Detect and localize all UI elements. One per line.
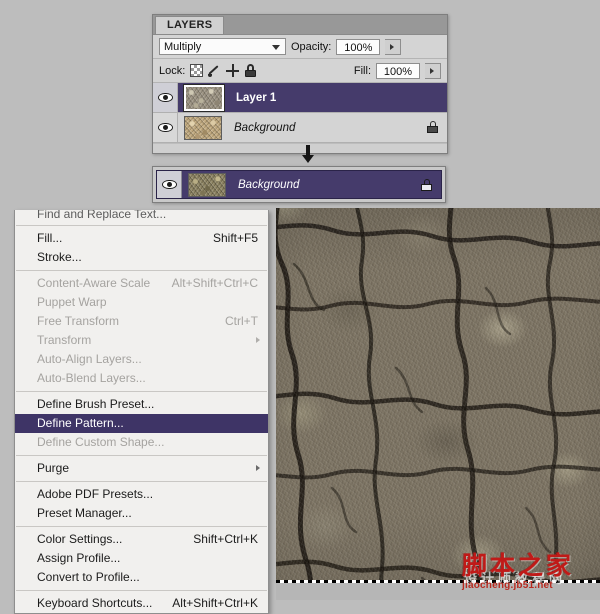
menu-item-shortcut: Alt+Shift+Ctrl+K [172,596,258,610]
menu-item-auto-align-layers: Auto-Align Layers... [15,350,268,369]
eye-icon [161,180,177,189]
fill-input[interactable]: 100% [376,62,420,79]
menu-item-label: Define Pattern... [37,416,124,430]
menu-item-label: Free Transform [37,314,120,328]
layer-thumbnail-image [189,173,225,196]
down-arrow-icon [300,145,316,163]
layer-row[interactable]: Layer 1 [153,83,447,113]
menu-item-shortcut: Shift+Ctrl+K [193,532,258,546]
layer-row[interactable]: Background [156,170,442,199]
menu-item-transform: Transform [15,331,268,350]
chevron-right-icon [256,465,260,471]
chevron-down-icon [272,45,280,50]
menu-item-stroke[interactable]: Stroke... [15,248,268,267]
menu-item-label: Stroke... [37,250,82,264]
menu-item-shortcut: Ctrl+T [225,314,258,328]
layer-thumbnail-image [186,86,222,109]
merged-result-panel[interactable]: Background [152,166,446,203]
chevron-right-icon [256,337,260,343]
menu-item-label: Fill... [37,231,63,245]
layer-name: Background [238,178,300,191]
menu-separator [16,270,267,271]
menu-item-label: Auto-Blend Layers... [37,371,146,385]
menu-item-puppet-warp: Puppet Warp [15,293,268,312]
opacity-input[interactable]: 100% [336,38,381,55]
menu-item-label: Content-Aware Scale [37,276,151,290]
menu-item-preset-manager[interactable]: Preset Manager... [15,504,268,523]
layer-thumbnail[interactable] [188,172,226,197]
layers-panel[interactable]: LAYERS Multiply Opacity: 100% Lock: Fill… [152,14,448,154]
menu-item-label: Transform [37,333,92,347]
menu-item-label: Keyboard Shortcuts... [37,596,153,610]
menu-item-convert-to-profile[interactable]: Convert to Profile... [15,568,268,587]
menu-separator [16,455,267,456]
blend-mode-value: Multiply [164,41,202,53]
menu-item-content-aware-scale: Content-Aware Scale Alt+Shift+Ctrl+C [15,274,268,293]
layer-locked-icon [427,121,438,133]
menu-item-define-pattern[interactable]: Define Pattern... [15,414,268,433]
layer-thumbnail[interactable] [184,115,222,140]
menu-item-label: Define Custom Shape... [37,435,165,449]
layer-locked-icon [421,179,432,191]
opacity-label: Opacity: [291,40,332,53]
canvas-texture-tone [276,208,600,600]
layers-panel-tabbar: LAYERS [153,15,447,35]
menu-item-label: Puppet Warp [37,295,107,309]
menu-item-shortcut: Shift+F5 [212,231,258,245]
menu-separator [16,481,267,482]
lock-label: Lock: [159,64,186,77]
layer-visibility-toggle[interactable] [153,83,178,112]
document-canvas[interactable] [276,208,600,600]
eye-icon [157,123,173,132]
menu-item-label: Find and Replace Text... [37,210,167,221]
menu-item-label: Convert to Profile... [37,570,140,584]
menu-separator [16,225,267,226]
tab-layers[interactable]: LAYERS [155,16,225,34]
fill-label: Fill: [353,64,371,77]
menu-item-purge[interactable]: Purge [15,459,268,478]
menu-separator [16,590,267,591]
layer-name: Layer 1 [236,91,277,104]
lock-all-icon[interactable] [244,64,257,77]
layer-thumbnail-image [185,116,221,139]
menu-item-find-and-replace-text[interactable]: Find and Replace Text... [15,210,268,222]
menu-item-label: Auto-Align Layers... [37,352,142,366]
menu-item-free-transform: Free Transform Ctrl+T [15,312,268,331]
document-bottom-gutter [276,583,600,600]
menu-item-shortcut: Alt+Shift+Ctrl+C [171,276,258,290]
menu-item-assign-profile[interactable]: Assign Profile... [15,549,268,568]
lock-position-icon[interactable] [226,64,240,77]
menu-item-label: Assign Profile... [37,551,121,565]
lock-fill-row: Lock: Fill: 100% [153,59,447,83]
menu-item-label: Color Settings... [37,532,123,546]
menu-item-fill[interactable]: Fill... Shift+F5 [15,229,268,248]
menu-separator [16,526,267,527]
opacity-stepper[interactable] [385,38,402,55]
layer-visibility-toggle[interactable] [153,113,178,142]
lock-transparent-pixels-icon[interactable] [190,64,204,77]
menu-item-label: Define Brush Preset... [37,397,155,411]
layer-thumbnail[interactable] [183,83,225,112]
menu-item-label: Adobe PDF Presets... [37,487,154,501]
layer-row[interactable]: Background [153,113,447,143]
menu-item-keyboard-shortcuts[interactable]: Keyboard Shortcuts... Alt+Shift+Ctrl+K [15,594,268,613]
menu-item-define-custom-shape: Define Custom Shape... [15,433,268,452]
menu-separator [16,391,267,392]
menu-item-adobe-pdf-presets[interactable]: Adobe PDF Presets... [15,485,268,504]
menu-item-color-settings[interactable]: Color Settings... Shift+Ctrl+K [15,530,268,549]
menu-item-auto-blend-layers: Auto-Blend Layers... [15,369,268,388]
menu-item-label: Purge [37,461,70,475]
lock-image-pixels-icon[interactable] [208,64,221,77]
edit-menu-dropdown[interactable]: Find and Replace Text... Fill... Shift+F… [14,210,269,614]
layer-visibility-toggle[interactable] [157,171,182,198]
eye-icon [157,93,173,102]
fill-stepper[interactable] [425,62,441,79]
blend-mode-select[interactable]: Multiply [159,38,286,55]
layer-name: Background [234,121,296,134]
blend-opacity-row: Multiply Opacity: 100% [153,35,447,59]
menu-item-define-brush-preset[interactable]: Define Brush Preset... [15,395,268,414]
menu-item-label: Preset Manager... [37,506,132,520]
